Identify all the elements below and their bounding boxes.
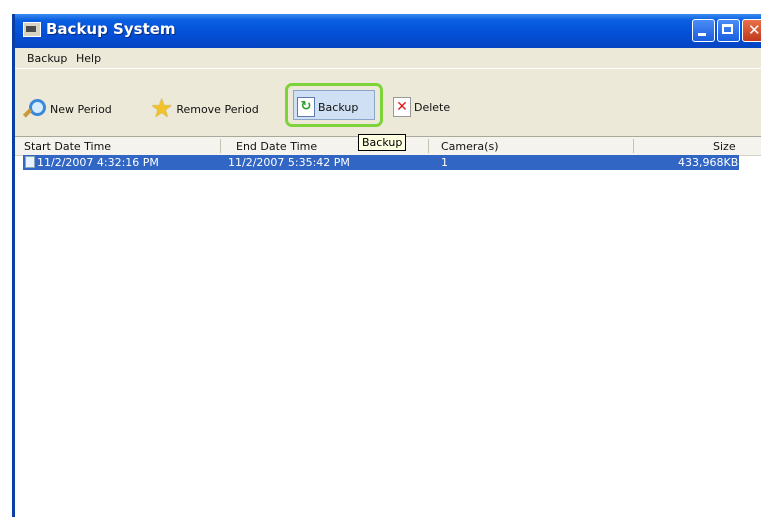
column-divider[interactable]: [633, 139, 634, 153]
backup-button[interactable]: ↻ Backup: [297, 97, 358, 117]
table-row[interactable]: 11/2/2007 4:32:16 PM 11/2/2007 5:35:42 P…: [23, 155, 739, 170]
menu-bar: Backup Help: [15, 48, 761, 68]
star-icon: ★: [150, 94, 174, 124]
end-date-time: 11/2/2007 5:35:42 PM: [228, 156, 350, 169]
close-icon: ✕: [748, 21, 761, 39]
column-divider[interactable]: [220, 139, 221, 153]
magnifier-icon: [22, 97, 47, 121]
new-period-button[interactable]: New Period: [22, 97, 112, 121]
title-bar[interactable]: Backup System ✕: [15, 14, 761, 48]
window-icon: [23, 22, 41, 37]
cameras-value: 1: [441, 156, 448, 169]
start-date-time: 11/2/2007 4:32:16 PM: [37, 156, 159, 169]
maximize-button[interactable]: [717, 19, 740, 42]
document-icon: [25, 156, 35, 168]
remove-period-button[interactable]: ★ Remove Period: [150, 94, 259, 124]
column-end-date-time[interactable]: End Date Time: [236, 140, 317, 153]
remove-period-label: Remove Period: [176, 102, 259, 116]
column-start-date-time[interactable]: Start Date Time: [24, 140, 111, 153]
column-size[interactable]: Size: [713, 140, 736, 153]
menu-help[interactable]: Help: [76, 52, 101, 65]
refresh-icon: ↻: [297, 97, 315, 117]
row-start-cell: 11/2/2007 4:32:16 PM: [25, 156, 159, 169]
size-value: 433,968KB: [678, 156, 739, 169]
column-divider[interactable]: [428, 139, 429, 153]
delete-button[interactable]: ✕ Delete: [393, 97, 450, 117]
new-period-label: New Period: [50, 102, 112, 116]
close-button[interactable]: ✕: [742, 19, 761, 42]
backup-system-window: Backup System ✕ Backup Help New Period ★…: [12, 14, 761, 517]
delete-x-icon: ✕: [393, 97, 411, 117]
delete-label: Delete: [414, 100, 451, 114]
toolbar: New Period ★ Remove Period ↻ Backup ✕ De…: [15, 68, 761, 137]
backup-period-list[interactable]: Start Date Time End Date Time Camera(s) …: [15, 136, 761, 517]
backup-label: Backup: [318, 100, 359, 114]
window-title: Backup System: [46, 20, 176, 38]
backup-tooltip: Backup: [358, 134, 407, 151]
minimize-button[interactable]: [692, 19, 715, 42]
column-cameras[interactable]: Camera(s): [441, 140, 498, 153]
menu-backup[interactable]: Backup: [27, 52, 67, 65]
